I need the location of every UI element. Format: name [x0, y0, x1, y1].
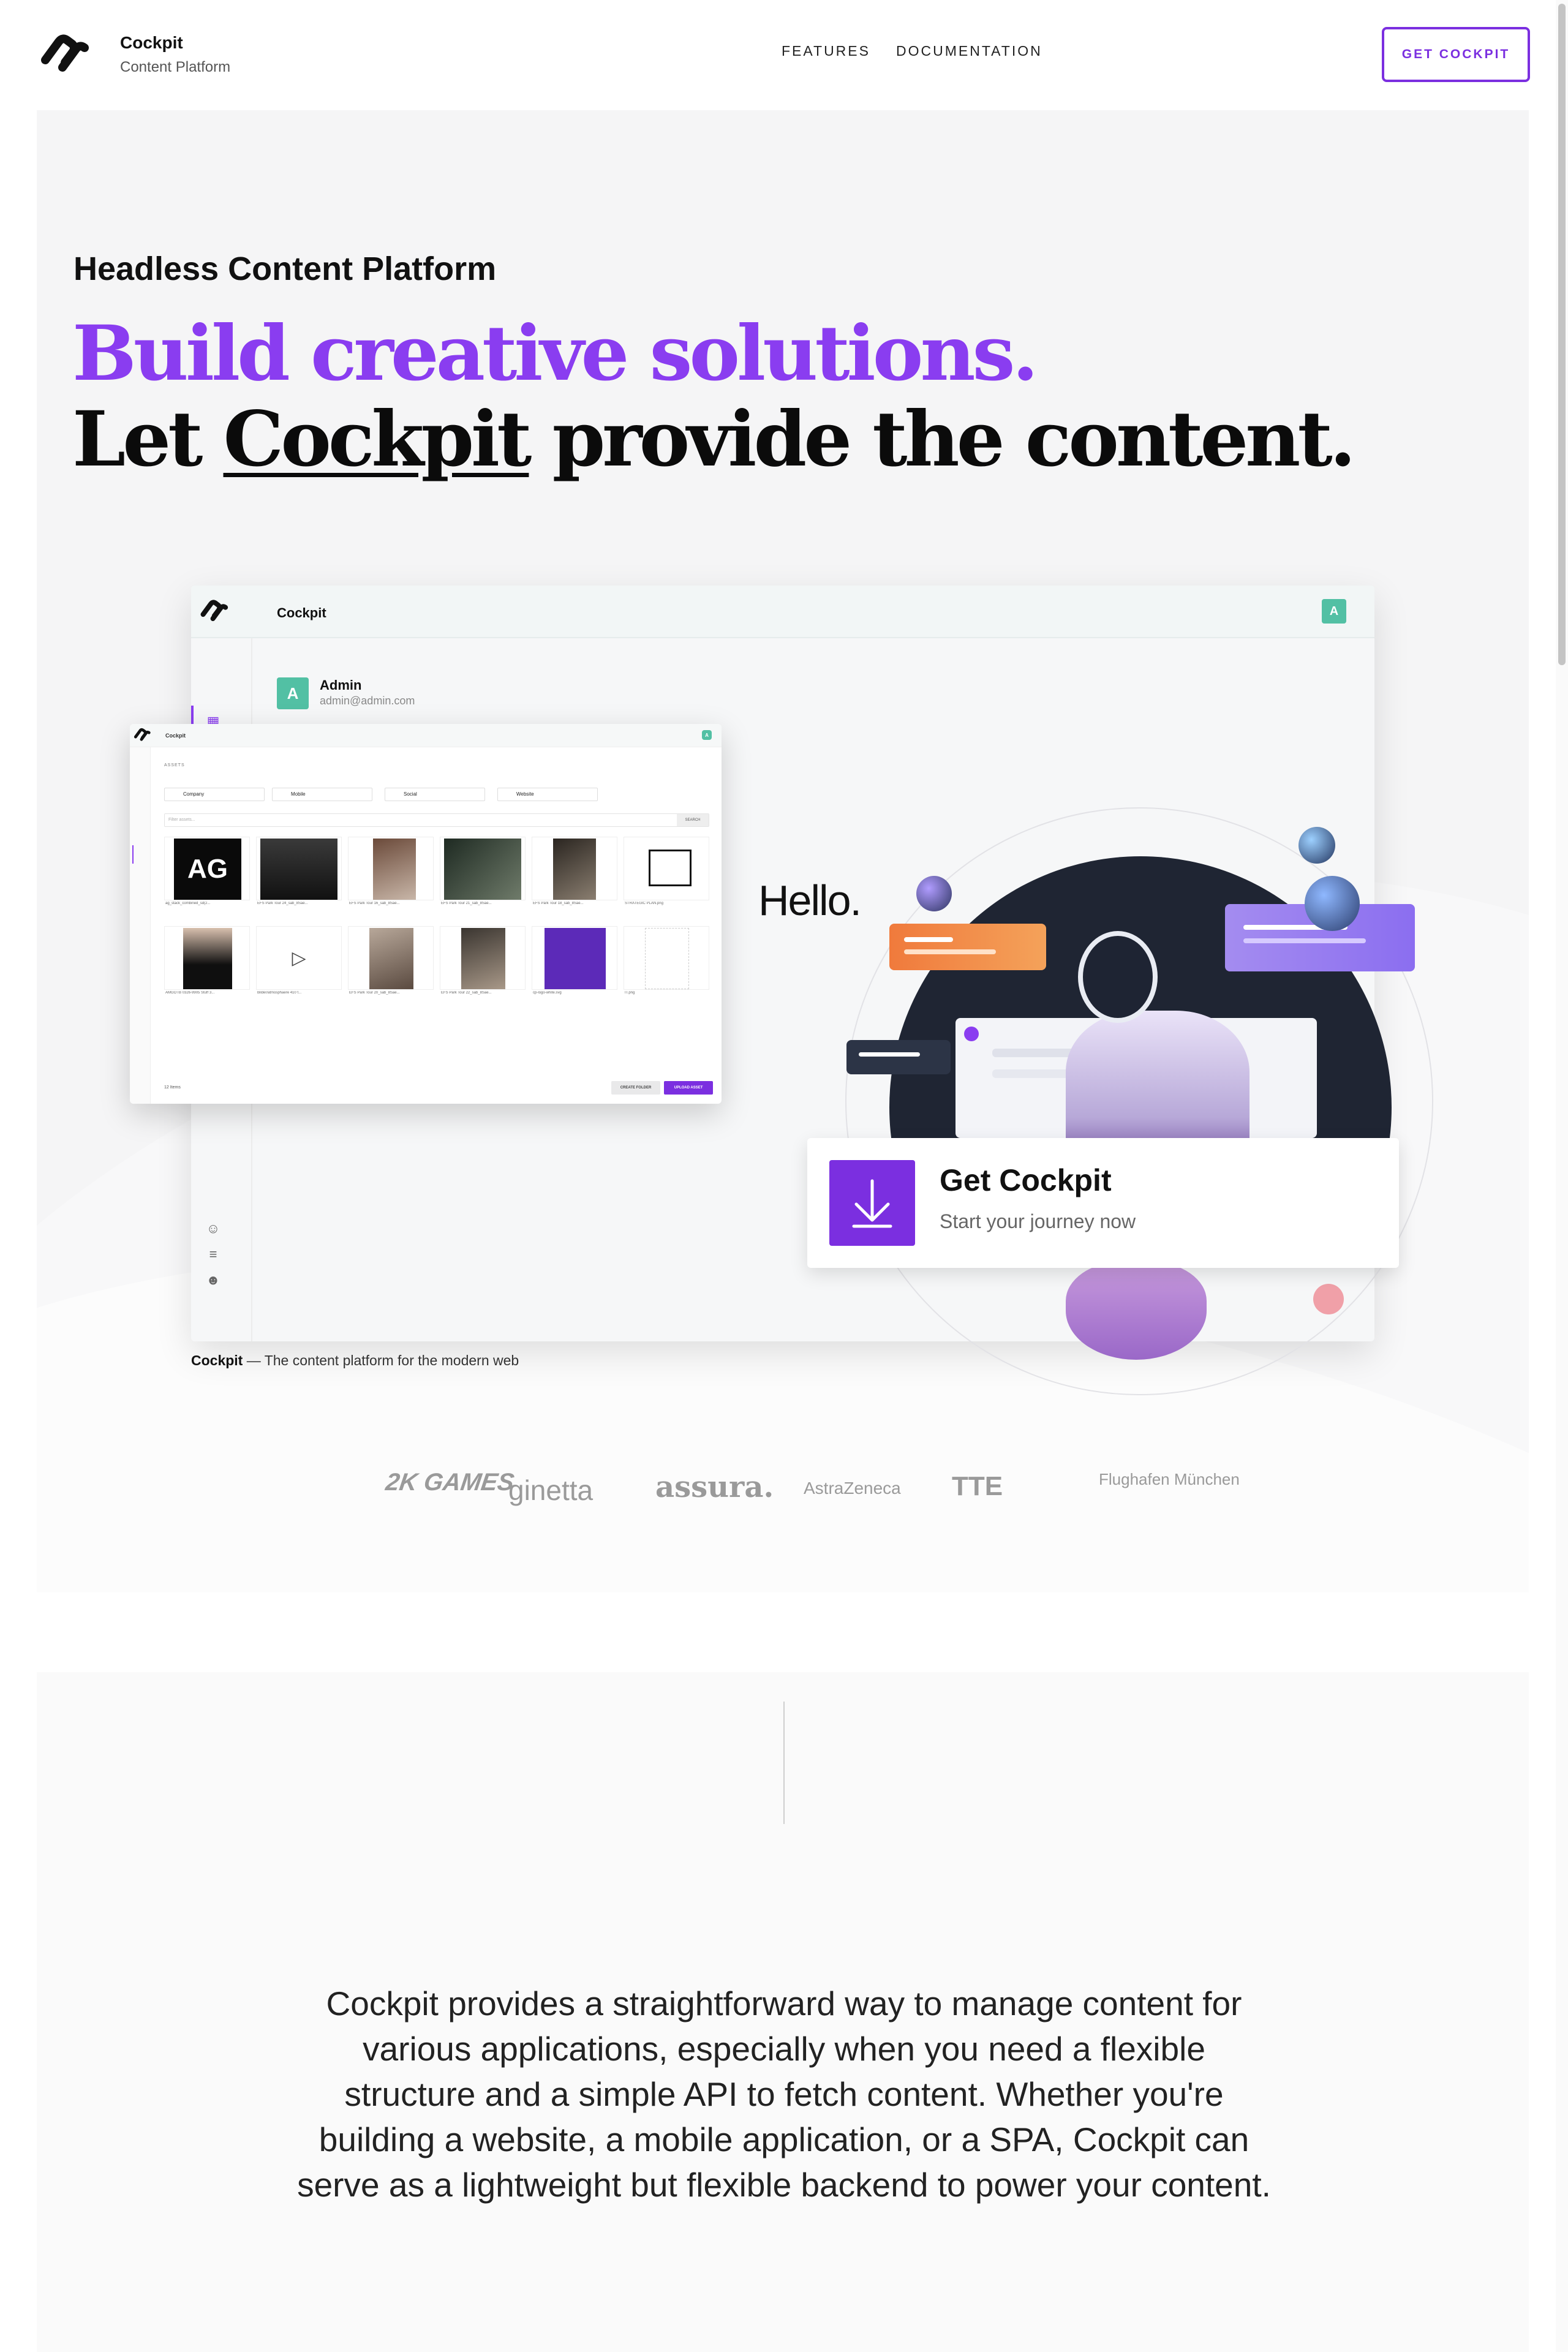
settings-sliders-icon[interactable]: ≡ — [205, 1246, 222, 1263]
customer-logos: 2K GAMES ginetta assura. AstraZeneca TTE… — [0, 1458, 1568, 1531]
asset-caption: EFS Park Tour 24_sab_8Sae... — [257, 902, 308, 905]
assets-search-button[interactable]: SEARCH — [677, 814, 709, 826]
asset-tile[interactable] — [624, 926, 709, 990]
asset-tile[interactable] — [164, 926, 250, 990]
hero-kicker: Headless Content Platform — [74, 251, 497, 287]
assets-section-label: ASSETS — [164, 763, 185, 767]
screenshot-caption: Cockpit — The content platform for the m… — [191, 1352, 519, 1368]
assets-sidebar — [130, 747, 151, 1104]
scrollbar-thumb[interactable] — [1558, 4, 1566, 665]
folder-company[interactable]: Company — [164, 788, 265, 801]
assets-topbar: Cockpit A — [130, 724, 722, 747]
items-count: 12 Items — [164, 1085, 181, 1090]
brand-tagline: Content Platform — [120, 59, 231, 75]
download-icon[interactable] — [829, 1160, 915, 1246]
astronaut-legs — [1066, 1262, 1207, 1360]
asset-tile[interactable] — [532, 837, 617, 900]
asset-tile[interactable]: ▷ — [256, 926, 342, 990]
get-cockpit-card[interactable]: Get Cockpit Start your journey now — [807, 1138, 1399, 1268]
orange-message-card — [889, 924, 1046, 970]
asset-caption: EFS Park Tour 16_sab_8Sae... — [349, 902, 400, 905]
asset-caption: EFS Park Tour 18_sab_8Sae... — [533, 902, 584, 905]
asset-caption: EFS Park Tour 20_sab_8Sae... — [349, 991, 400, 995]
asset-tile[interactable] — [440, 837, 526, 900]
app-title: Cockpit — [277, 605, 326, 620]
folder-social[interactable]: Social — [385, 788, 485, 801]
planet-large — [1305, 876, 1360, 931]
planet-purple — [916, 876, 952, 911]
asset-caption: STRATEGIC PLAN.png — [625, 902, 663, 905]
assets-logo-icon — [134, 728, 152, 745]
asset-tile[interactable] — [348, 926, 434, 990]
logo-ginetta: ginetta — [508, 1474, 594, 1506]
folder-mobile[interactable]: Mobile — [272, 788, 372, 801]
admin-avatar: A — [277, 677, 309, 709]
logo-tte: TTE — [952, 1471, 1003, 1501]
asset-caption: ag_stack_combined_sd(2... — [165, 902, 211, 905]
asset-tile[interactable]: AG — [164, 837, 250, 900]
get-cockpit-subtitle: Start your journey now — [940, 1210, 1136, 1232]
nav-link-documentation[interactable]: DOCUMENTATION — [896, 43, 1042, 59]
asset-caption: EFS Park Tour 21_sab_8Sae... — [441, 902, 492, 905]
asset-caption: AMGOTB 0326-9905 Stuff 3... — [165, 991, 215, 995]
brand-name[interactable]: Cockpit — [120, 33, 183, 53]
create-folder-button[interactable]: CREATE FOLDER — [611, 1081, 660, 1095]
app-logo-icon — [200, 599, 230, 624]
section-divider-line — [783, 1702, 785, 1824]
planet-small — [1298, 827, 1335, 864]
planet-pink — [1313, 1284, 1344, 1314]
users-icon[interactable]: ☻ — [205, 1272, 222, 1289]
user-avatar[interactable]: A — [1322, 599, 1346, 624]
account-icon[interactable]: ☺ — [205, 1220, 222, 1237]
intro-paragraph: Cockpit provides a straightforward way t… — [297, 1985, 1271, 2204]
assets-window: Cockpit A ASSETS Company Mobile Social W… — [130, 724, 722, 1104]
asset-caption: Bilder/atmosphaere 410 f... — [257, 991, 302, 995]
logo-astrazeneca: AstraZeneca — [804, 1479, 901, 1498]
admin-email: admin@admin.com — [320, 695, 415, 707]
get-cockpit-title: Get Cockpit — [940, 1163, 1112, 1197]
asset-tile[interactable] — [624, 837, 709, 900]
dark-message-card — [846, 1040, 951, 1074]
top-nav: Cockpit Content Platform FEATURES DOCUME… — [0, 0, 1568, 110]
hero-headline-line2: Let Cockpit provide the content. — [72, 395, 1356, 484]
folder-website[interactable]: Website — [497, 788, 598, 801]
asset-caption: IT.png — [625, 991, 635, 995]
logo-2k-games: 2K GAMES — [383, 1469, 516, 1496]
logo-assura: assura. — [655, 1470, 774, 1504]
astronaut-helmet — [1078, 931, 1158, 1023]
page-scrollbar[interactable] — [1556, 0, 1568, 2352]
upload-asset-button[interactable]: UPLOAD ASSET — [664, 1081, 713, 1095]
asset-tile[interactable] — [256, 837, 342, 900]
admin-name: Admin — [320, 677, 362, 693]
app-topbar: Cockpit A — [191, 586, 1374, 638]
assets-avatar[interactable]: A — [702, 730, 712, 740]
asset-caption: EFS Park Tour 22_sab_8Sae... — [441, 991, 492, 995]
play-icon: ▷ — [260, 928, 337, 989]
nav-link-features[interactable]: FEATURES — [782, 43, 870, 59]
asset-tile[interactable] — [532, 926, 617, 990]
hello-text: Hello. — [758, 876, 862, 924]
assets-app-title: Cockpit — [165, 733, 186, 739]
get-cockpit-button[interactable]: GET COCKPIT — [1382, 27, 1530, 82]
asset-caption: cp-logo-white.svg — [533, 991, 562, 995]
cockpit-logo-icon[interactable] — [40, 33, 92, 76]
assets-search-input[interactable]: Filter assets... SEARCH — [164, 813, 709, 827]
asset-tile[interactable] — [440, 926, 526, 990]
hero-headline-line1: Build creative solutions. — [72, 309, 1039, 398]
asset-tile[interactable] — [348, 837, 434, 900]
headline-cockpit-link[interactable]: Cockpit — [224, 395, 532, 484]
logo-flughafen-muenchen: Flughafen München — [1099, 1470, 1240, 1488]
